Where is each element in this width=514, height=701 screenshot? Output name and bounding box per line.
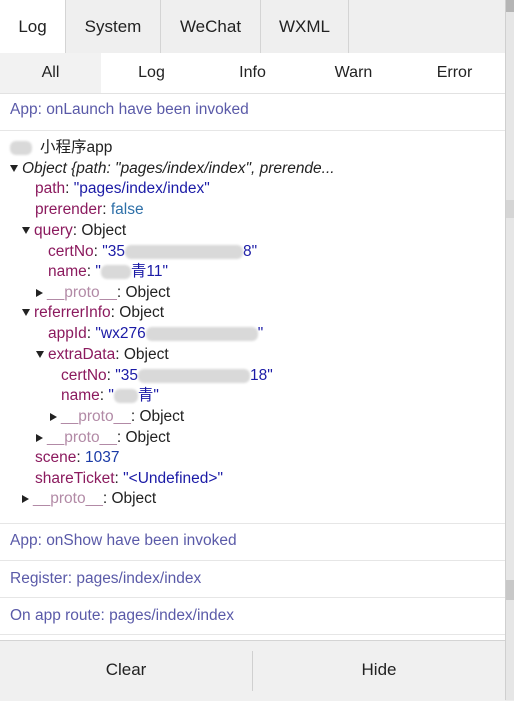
collapsed-arrow-icon[interactable] (22, 494, 29, 503)
prop-query-name: name: " 青11" (48, 263, 169, 280)
filter-log[interactable]: Log (101, 53, 202, 93)
prop-extradata[interactable]: extraData: Object (36, 345, 169, 365)
hide-button[interactable]: Hide (253, 641, 505, 701)
vconsole-panel: Log System WeChat WXML All Log Info Warn… (0, 0, 506, 701)
prop-extradata-certno: certNo: "35 18" (61, 367, 273, 384)
app-label: 小程序app (10, 138, 112, 158)
filter-error[interactable]: Error (404, 53, 505, 93)
prop-scene: scene: 1037 (35, 449, 120, 466)
prop-extradata-proto[interactable]: __proto__: Object (50, 407, 184, 427)
tab-wechat[interactable]: WeChat (161, 0, 261, 53)
log-entry-object: 小程序app Object {path: "pages/index/index"… (0, 131, 505, 524)
prop-referrer-proto[interactable]: __proto__: Object (36, 428, 170, 448)
tab-system[interactable]: System (66, 0, 161, 53)
collapsed-arrow-icon[interactable] (36, 433, 43, 442)
redacted-value (113, 388, 138, 403)
prop-appid: appId: "wx276 " (48, 325, 264, 342)
object-summary[interactable]: Object {path: "pages/index/index", prere… (10, 159, 335, 179)
collapsed-arrow-icon[interactable] (50, 412, 57, 421)
collapsed-arrow-icon[interactable] (36, 288, 43, 297)
expanded-arrow-icon[interactable] (22, 227, 30, 235)
redacted-value (125, 244, 244, 259)
log-entry-route: On app route: pages/index/index (0, 598, 505, 635)
prop-path: path: "pages/index/index" (35, 180, 210, 197)
prop-query-proto[interactable]: __proto__: Object (36, 283, 170, 303)
expanded-arrow-icon[interactable] (10, 165, 18, 173)
prop-referrerinfo[interactable]: referrerInfo: Object (22, 303, 164, 323)
clear-button[interactable]: Clear (0, 641, 252, 701)
tab-log[interactable]: Log (0, 0, 66, 53)
redacted-value (138, 368, 251, 383)
tab-wxml[interactable]: WXML (261, 0, 349, 53)
filter-warn[interactable]: Warn (303, 53, 404, 93)
prop-root-proto[interactable]: __proto__: Object (22, 489, 156, 509)
log-entry-launch: App: onLaunch have been invoked (0, 94, 505, 131)
prop-query[interactable]: query: Object (22, 221, 126, 241)
log-entry-register: Register: pages/index/index (0, 561, 505, 598)
expanded-arrow-icon[interactable] (36, 351, 44, 359)
tab-bar: Log System WeChat WXML (0, 0, 505, 54)
redacted-value (145, 326, 258, 341)
log-entry-show: App: onShow have been invoked (0, 524, 505, 561)
prop-shareticket: shareTicket: "<Undefined>" (35, 470, 223, 487)
log-filter-bar: All Log Info Warn Error (0, 53, 505, 94)
filter-info[interactable]: Info (202, 53, 303, 93)
redacted-avatar (10, 140, 32, 155)
prop-extradata-name: name: " 青" (61, 387, 159, 404)
filter-all[interactable]: All (0, 53, 101, 93)
prop-query-certno: certNo: "35 8" (48, 243, 258, 260)
prop-prerender: prerender: false (35, 201, 144, 218)
redacted-value (100, 264, 131, 279)
expanded-arrow-icon[interactable] (22, 309, 30, 317)
bottom-bar: Clear Hide (0, 640, 505, 701)
background-edge (506, 0, 514, 700)
